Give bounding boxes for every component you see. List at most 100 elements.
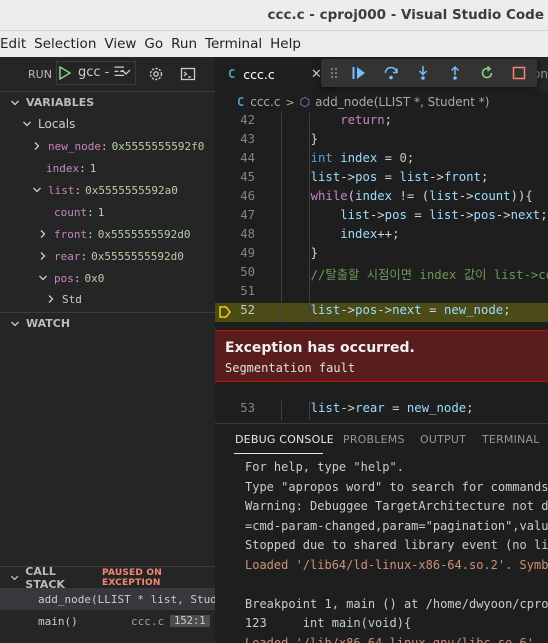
code-line[interactable]: 45 list->pos = list->front; — [215, 170, 548, 189]
continue-icon[interactable] — [351, 65, 367, 81]
breadcrumb: C ccc.c > ⬡ add_node(LLIST *, Student *) — [215, 91, 548, 113]
code-text: int index = 0; — [310, 151, 415, 165]
menu-terminal[interactable]: Terminal — [205, 36, 270, 52]
tab-debug-console[interactable]: DEBUG CONSOLE — [235, 433, 334, 446]
chevron-down-icon — [11, 321, 19, 326]
code-text: } — [281, 132, 319, 146]
chevron-down-icon — [10, 575, 19, 580]
watch-section-header[interactable]: WATCH — [0, 312, 215, 334]
chevron-right-icon: > — [285, 95, 295, 109]
chevron-down-icon — [11, 100, 19, 105]
code-text: //탈출할 시점이면 index 값이 list->cou — [310, 268, 548, 282]
locals-scope[interactable]: Locals — [0, 113, 215, 135]
variable-std[interactable]: Std — [0, 289, 215, 309]
code-line[interactable]: 43 } — [215, 132, 548, 151]
variable-index[interactable]: index:1 — [0, 157, 215, 179]
callstack-section-header[interactable]: CALL STACK PAUSED ON EXCEPTION — [0, 565, 215, 591]
breadcrumb-symbol[interactable]: add_node(LLIST *, Student *) — [315, 95, 489, 109]
exception-widget: Exception has occurred. Segmentation fau… — [215, 330, 548, 382]
variables-section-header[interactable]: VARIABLES — [0, 91, 215, 113]
start-debugging-icon[interactable] — [59, 66, 71, 80]
current-line-arrow-icon — [219, 306, 231, 318]
code-line[interactable]: 47 list->pos = list->pos->next; — [215, 208, 548, 227]
restart-icon[interactable] — [479, 65, 495, 81]
drag-handle-icon[interactable] — [330, 66, 338, 80]
indent-guide — [281, 265, 282, 284]
variable-count[interactable]: count:1 — [0, 201, 215, 223]
locals-label: Locals — [38, 117, 76, 131]
stack-frame[interactable]: main() ccc.c 152:1 — [0, 610, 215, 632]
line-number: 44 — [240, 151, 255, 165]
menu-selection[interactable]: Selection — [34, 36, 104, 52]
window-title: ccc.c - cproj000 - Visual Studio Code — [267, 7, 544, 23]
menu-go[interactable]: Go — [144, 36, 171, 52]
variable-new-node[interactable]: new_node:0x5555555592f0 — [0, 135, 215, 157]
indent-guide — [309, 284, 310, 303]
breadcrumb-file[interactable]: ccc.c — [250, 95, 280, 109]
stop-icon[interactable] — [511, 65, 527, 81]
code-line[interactable]: 42 return; — [215, 113, 548, 132]
variable-list[interactable]: list:0x5555555592a0 — [0, 179, 215, 201]
menu-edit[interactable]: Edit — [0, 36, 34, 52]
indent-guide — [281, 246, 282, 265]
panel-tab-bar: DEBUG CONSOLE PROBLEMS OUTPUT TERMINAL — [215, 424, 548, 456]
menu-bar: Edit Selection View Go Run Terminal Help — [0, 31, 548, 57]
code-text: list->pos = list->pos->next; — [340, 208, 548, 222]
frame-function: main() — [38, 614, 78, 628]
tab-label: ccc.c — [243, 66, 275, 82]
menu-run[interactable]: Run — [171, 36, 205, 52]
code-line[interactable]: 50 //탈출할 시점이면 index 값이 list->cou — [215, 265, 548, 284]
code-line[interactable]: 46 while(index != (list->count)){ — [215, 189, 548, 208]
code-text: return; — [340, 113, 393, 127]
console-line: Loaded '/lib64/ld-linux-x86-64.so.2'. Sy… — [245, 557, 548, 572]
line-number: 50 — [240, 265, 255, 279]
step-out-icon[interactable] — [447, 65, 463, 81]
variable-name: list — [48, 183, 75, 197]
tab-ccc-c[interactable]: C ccc.c ✕ — [215, 57, 335, 91]
code-line[interactable]: 53 list->rear = new_node; — [215, 401, 548, 420]
stack-frame[interactable]: add_node(LLIST * list, Stude — [0, 588, 215, 610]
indent-guide — [281, 303, 282, 322]
line-number: 43 — [240, 132, 255, 146]
variable-rear[interactable]: rear:0x5555555592d0 — [0, 245, 215, 267]
launch-config-label: gcc - ☲ — [78, 65, 126, 80]
line-number: 53 — [240, 401, 255, 415]
debug-toolbar — [321, 59, 537, 87]
code-line[interactable]: 44 int index = 0; — [215, 151, 548, 170]
console-line: 123 int main(void){ — [245, 616, 412, 630]
chevron-down-icon — [39, 275, 47, 281]
frame-file: ccc.c — [131, 614, 165, 628]
step-over-icon[interactable] — [383, 65, 399, 81]
tab-output[interactable]: OUTPUT — [420, 433, 466, 446]
gear-icon[interactable] — [148, 66, 164, 82]
tab-terminal[interactable]: TERMINAL — [482, 433, 540, 446]
code-line[interactable]: 48 index++; — [215, 227, 548, 246]
exception-message: Segmentation fault — [225, 361, 356, 375]
line-number: 45 — [240, 170, 255, 184]
menu-view[interactable]: View — [104, 36, 144, 52]
indent-guide — [309, 227, 310, 246]
chevron-right-icon — [40, 230, 46, 238]
menu-help[interactable]: Help — [270, 36, 309, 52]
chevron-down-icon — [33, 187, 41, 193]
variable-name: front — [54, 227, 88, 241]
indent-guide — [309, 303, 310, 322]
code-line[interactable]: 49 } — [215, 246, 548, 265]
code-line[interactable]: 51 — [215, 284, 548, 303]
variable-front[interactable]: front:0x5555555592d0 — [0, 223, 215, 245]
tab-problems[interactable]: PROBLEMS — [343, 433, 405, 446]
variable-pos[interactable]: pos:0x0 — [0, 267, 215, 289]
indent-guide — [281, 208, 282, 227]
paused-status-badge: PAUSED ON EXCEPTION — [101, 567, 162, 588]
step-into-icon[interactable] — [415, 65, 431, 81]
code-text: while(index != (list->count)){ — [310, 189, 533, 203]
code-line[interactable]: 52 list->pos->next = new_node; — [215, 303, 548, 322]
indent-guide — [309, 151, 310, 170]
bottom-panel: DEBUG CONSOLE PROBLEMS OUTPUT TERMINAL F… — [215, 423, 548, 643]
variable-name: count — [54, 205, 88, 219]
console-line: =cmd-param-changed,param="pagination",va… — [245, 518, 548, 533]
variable-value: 0x5555555592a0 — [85, 183, 178, 197]
frame-line-badge: 152:1 — [170, 615, 210, 627]
console-line: Breakpoint 1, main () at /home/dwyoon/cp… — [245, 596, 548, 611]
debug-console-icon[interactable] — [180, 66, 196, 82]
